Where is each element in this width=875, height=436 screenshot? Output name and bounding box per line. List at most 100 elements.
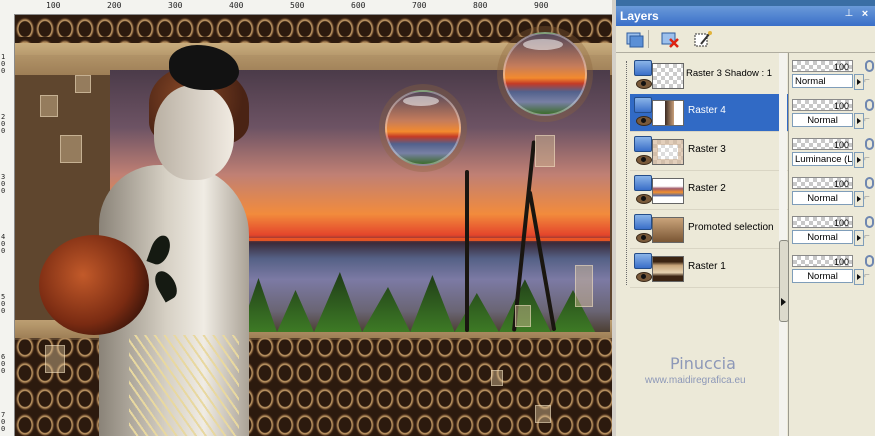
layer-props-row: 100 Normal ⌐ [791, 252, 875, 289]
layer-props-row: 100 Normal ⌐ [791, 174, 875, 211]
ruler-left: 1 0 0 2 0 0 3 0 0 4 0 0 5 0 0 6 0 0 7 0 … [0, 14, 15, 436]
link-icon[interactable] [865, 216, 874, 228]
toolbar-separator [648, 30, 649, 48]
deco-tile [535, 135, 555, 167]
link-icon[interactable] [865, 60, 874, 72]
raster-layer-icon [634, 175, 652, 191]
ruler-top-label: 600 [351, 1, 366, 10]
rose [39, 235, 149, 335]
lock-icon[interactable]: ⌐ [864, 192, 874, 204]
lock-icon[interactable]: ⌐ [864, 75, 874, 87]
layers-panel: Layers ⊥ × Raster 3 Shadow : 1 Raster 4 [616, 0, 875, 436]
eye-icon[interactable] [636, 272, 652, 282]
blend-mode-select[interactable]: Normal [792, 269, 853, 283]
layer-properties: 100 Normal ⌐ 100 Normal ⌐ 100 Luminance … [791, 53, 875, 436]
lock-icon[interactable]: ⌐ [864, 114, 874, 126]
delete-layer-button[interactable] [660, 29, 682, 51]
expand-arrow-icon[interactable] [781, 298, 786, 306]
layers-list: Raster 3 Shadow : 1 Raster 4 Raster 3 Ra… [620, 53, 789, 436]
new-layer-icon [626, 32, 644, 48]
blend-mode-select[interactable]: Normal [792, 230, 853, 244]
woman-face [154, 85, 234, 180]
blend-mode-select[interactable]: Normal [792, 191, 853, 205]
layer-row-selected[interactable]: Raster 4 [630, 94, 788, 132]
pin-icon[interactable]: ⊥ [843, 8, 855, 20]
lock-icon[interactable]: ⌐ [864, 270, 874, 282]
layer-props-row: 100 Luminance (L) ⌐ [791, 135, 875, 172]
close-icon[interactable]: × [859, 8, 871, 20]
ruler-left-label: 5 0 0 [1, 293, 6, 315]
eye-icon[interactable] [636, 233, 652, 243]
ruler-top-label: 400 [229, 1, 244, 10]
eye-icon[interactable] [636, 194, 652, 204]
blend-mode-select[interactable]: Normal [792, 74, 853, 88]
ruler-top: 100 200 300 400 500 600 700 800 900 [0, 0, 612, 15]
blend-mode-select[interactable]: Luminance (L) [792, 152, 853, 166]
deco-tile [575, 265, 593, 307]
link-icon[interactable] [865, 99, 874, 111]
opacity-slider[interactable]: 100 [792, 255, 853, 267]
panel-title: Layers [616, 6, 875, 26]
blend-dropdown-arrow[interactable] [854, 230, 864, 246]
scrollbar-thumb[interactable] [779, 240, 789, 322]
edit-mask-button[interactable] [692, 29, 714, 51]
opacity-slider[interactable]: 100 [792, 138, 853, 150]
ruler-left-label: 6 0 0 [1, 353, 6, 375]
link-icon[interactable] [865, 138, 874, 150]
lock-icon[interactable]: ⌐ [864, 231, 874, 243]
eye-icon[interactable] [636, 116, 652, 126]
raster-layer-icon [634, 214, 652, 230]
opacity-slider[interactable]: 100 [792, 177, 853, 189]
ruler-left-label: 1 0 0 [1, 53, 6, 75]
tree-line [626, 61, 628, 285]
blend-dropdown-arrow[interactable] [854, 74, 864, 90]
blend-dropdown-arrow[interactable] [854, 269, 864, 285]
layer-thumbnail [652, 256, 684, 282]
deco-tile [491, 370, 503, 386]
layer-thumbnail [652, 217, 684, 243]
ruler-left-label: 7 0 0 [1, 411, 6, 433]
ruler-top-label: 100 [46, 1, 61, 10]
opacity-slider[interactable]: 100 [792, 216, 853, 228]
link-icon[interactable] [865, 255, 874, 267]
blend-dropdown-arrow[interactable] [854, 152, 864, 168]
delete-layer-icon [661, 32, 679, 48]
lock-icon[interactable]: ⌐ [864, 153, 874, 165]
eye-icon[interactable] [636, 155, 652, 165]
eye-icon[interactable] [636, 79, 652, 89]
watermark-site: www.maidiregrafica.eu [645, 375, 746, 386]
new-layer-button[interactable] [624, 29, 646, 51]
blend-dropdown-arrow[interactable] [854, 113, 864, 129]
blend-dropdown-arrow[interactable] [854, 191, 864, 207]
layer-name: Raster 1 [688, 261, 726, 272]
layer-thumbnail [652, 100, 684, 126]
layer-row[interactable]: Promoted selection [630, 211, 788, 249]
ruler-top-label: 500 [290, 1, 305, 10]
layer-props-row: 100 Normal ⌐ [791, 96, 875, 133]
glass-bubble-small [385, 90, 461, 166]
image-canvas[interactable] [15, 15, 612, 436]
layer-props-row: 100 Normal ⌐ [791, 213, 875, 250]
layer-thumbnail [652, 63, 684, 89]
ruler-left-label: 3 0 0 [1, 173, 6, 195]
layer-row[interactable]: Raster 3 Shadow : 1 [630, 57, 788, 95]
opacity-slider[interactable]: 100 [792, 60, 853, 72]
rose-stems [129, 335, 239, 436]
glass-bubble-large [503, 32, 587, 116]
woman-figure [39, 45, 279, 436]
ruler-top-label: 300 [168, 1, 183, 10]
layer-row[interactable]: Raster 1 [630, 250, 788, 288]
raster-layer-icon [634, 253, 652, 269]
edit-mask-icon [694, 31, 712, 47]
ruler-top-label: 900 [534, 1, 549, 10]
layer-row[interactable]: Raster 2 [630, 172, 788, 210]
blend-mode-select[interactable]: Normal [792, 113, 853, 127]
opacity-slider[interactable]: 100 [792, 99, 853, 111]
raster-layer-icon [634, 97, 652, 113]
deco-tile [535, 405, 551, 423]
ruler-top-label: 700 [412, 1, 427, 10]
link-icon[interactable] [865, 177, 874, 189]
layer-row[interactable]: Raster 3 [630, 133, 788, 171]
raster-layer-icon [634, 60, 652, 76]
layer-thumbnail [652, 178, 684, 204]
